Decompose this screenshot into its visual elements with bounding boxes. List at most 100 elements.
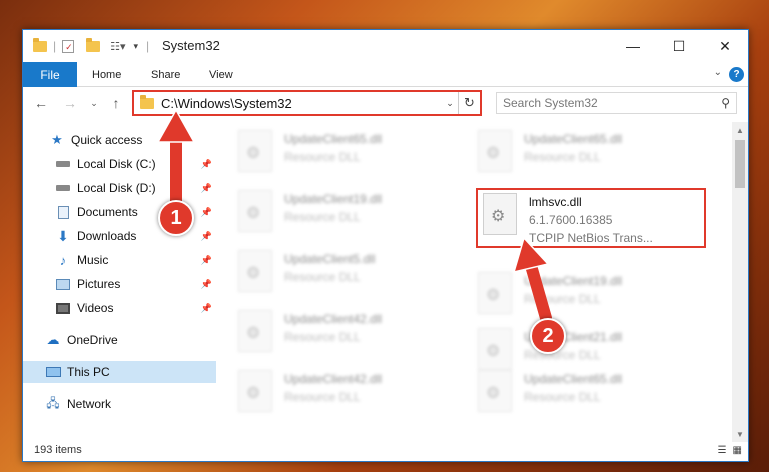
file-type: Resource DLL xyxy=(524,292,601,306)
sidebar-item-label: Network xyxy=(67,397,112,411)
dll-file-icon xyxy=(238,310,272,352)
tab-share[interactable]: Share xyxy=(151,62,180,87)
file-name: UpdateClient5.dll xyxy=(284,252,376,266)
sidebar-item-network[interactable]: 🖧 Network xyxy=(23,393,216,415)
file-type: Resource DLL xyxy=(524,390,601,404)
music-icon: ♪ xyxy=(59,252,67,268)
dll-file-icon xyxy=(478,272,512,314)
dll-file-icon xyxy=(478,328,512,370)
download-icon: ⬇ xyxy=(57,227,69,244)
explorer-window: | ✓ ☷▾ ▾ | System32 — ☐ ✕ File Home Shar… xyxy=(22,29,749,462)
dll-file-icon xyxy=(238,130,272,172)
sidebar-item-label: Quick access xyxy=(71,133,143,147)
sidebar-item-this-pc[interactable]: This PC xyxy=(23,361,216,383)
list-item[interactable]: UpdateClient19.dll Resource DLL xyxy=(238,190,463,240)
pin-icon[interactable]: 📌 xyxy=(201,183,212,194)
documents-icon xyxy=(55,205,71,219)
file-version: 6.1.7600.16385 xyxy=(529,213,613,227)
folder-icon[interactable] xyxy=(33,37,47,52)
file-name: UpdateClient65.dll xyxy=(524,372,623,386)
close-button[interactable]: ✕ xyxy=(702,30,748,62)
file-name: UpdateClient19.dll xyxy=(524,274,623,288)
up-arrow-icon[interactable]: ↑ xyxy=(107,93,125,113)
help-icon[interactable]: ? xyxy=(729,67,744,82)
dropdown-icon[interactable]: ▾ xyxy=(134,41,139,52)
sidebar-item-onedrive[interactable]: ☁ OneDrive xyxy=(23,329,216,351)
vertical-scrollbar[interactable]: ▲ ▼ xyxy=(732,122,748,442)
pin-icon[interactable]: 📌 xyxy=(201,303,212,314)
sidebar-item-local-disk-d[interactable]: Local Disk (D:) 📌 xyxy=(23,177,216,199)
minimize-button[interactable]: — xyxy=(610,30,656,62)
navigation-pane: ★ Quick access Local Disk (C:) 📌 Local D… xyxy=(23,122,216,442)
list-item[interactable]: UpdateClient65.dll Resource DLL xyxy=(478,130,703,180)
pin-icon[interactable]: 📌 xyxy=(201,255,212,266)
highlighted-file-lmhsvc[interactable]: lmhsvc.dll 6.1.7600.16385 TCPIP NetBios … xyxy=(476,188,706,248)
sidebar-item-label: Downloads xyxy=(77,229,137,243)
sidebar-item-label: Pictures xyxy=(77,277,121,291)
scrollbar-thumb[interactable] xyxy=(735,140,745,188)
pin-icon[interactable]: 📌 xyxy=(201,231,212,242)
sidebar-item-music[interactable]: ♪ Music 📌 xyxy=(23,249,216,271)
file-name: UpdateClient42.dll xyxy=(284,312,383,326)
file-name: UpdateClient65.dll xyxy=(284,132,383,146)
new-folder-icon[interactable] xyxy=(86,37,101,52)
pictures-icon xyxy=(55,277,71,291)
dll-file-icon xyxy=(238,370,272,412)
sidebar-item-label: This PC xyxy=(67,365,110,379)
details-view-icon[interactable]: ☰ xyxy=(718,445,727,456)
star-icon: ★ xyxy=(51,132,63,147)
collapse-ribbon-icon[interactable]: ⌄ xyxy=(714,67,722,78)
tab-file[interactable]: File xyxy=(23,62,77,87)
list-item[interactable]: UpdateClient42.dll Resource DLL xyxy=(238,370,463,420)
view-toggle: ☰ ▦ xyxy=(718,445,742,456)
title-bar: | ✓ ☷▾ ▾ | System32 — ☐ ✕ xyxy=(23,30,748,62)
file-type: Resource DLL xyxy=(284,330,361,344)
forward-arrow-icon[interactable]: → xyxy=(61,93,79,113)
back-arrow-icon[interactable]: ← xyxy=(32,93,50,113)
pin-icon[interactable]: 📌 xyxy=(201,159,212,170)
pin-icon[interactable]: 📌 xyxy=(201,279,212,290)
cloud-icon: ☁ xyxy=(46,332,60,347)
sidebar-item-label: Videos xyxy=(77,301,114,315)
sidebar-item-local-disk-c[interactable]: Local Disk (C:) 📌 xyxy=(23,153,216,175)
tab-view[interactable]: View xyxy=(209,62,233,87)
address-dropdown-icon[interactable]: ⌄ xyxy=(442,98,458,109)
drive-icon xyxy=(55,181,71,195)
drive-icon xyxy=(55,157,71,171)
pin-icon[interactable]: 📌 xyxy=(201,207,212,218)
file-type: Resource DLL xyxy=(284,390,361,404)
search-icon[interactable]: ⚲ xyxy=(721,96,730,110)
list-item[interactable]: UpdateClient19.dll Resource DLL xyxy=(478,272,703,322)
sidebar-item-quick-access[interactable]: ★ Quick access xyxy=(23,129,216,151)
search-input[interactable]: Search System32 ⚲ xyxy=(496,92,737,114)
separator: | xyxy=(146,39,150,53)
refresh-icon[interactable]: ↻ xyxy=(458,92,480,114)
properties-icon[interactable]: ✓ xyxy=(62,39,75,53)
file-description: TCPIP NetBios Trans... xyxy=(529,231,653,245)
computer-icon xyxy=(45,365,61,379)
file-type: Resource DLL xyxy=(284,150,361,164)
step-marker-1: 1 xyxy=(158,200,194,236)
customize-toolbar-icon[interactable]: ☷▾ xyxy=(110,40,125,53)
step-marker-2: 2 xyxy=(530,318,566,354)
sidebar-item-label: Local Disk (D:) xyxy=(77,181,156,195)
ribbon: File Home Share View ⌄ ? xyxy=(23,62,748,87)
list-item[interactable]: UpdateClient65.dll Resource DLL xyxy=(478,370,703,420)
navigation-bar: ← → ⌄ ↑ C:\Windows\System32 ⌄ ↻ Search S… xyxy=(23,87,748,119)
list-item[interactable]: UpdateClient5.dll Resource DLL xyxy=(238,250,463,300)
sidebar-item-videos[interactable]: Videos 📌 xyxy=(23,297,216,319)
network-icon: 🖧 xyxy=(46,395,60,410)
address-path[interactable]: C:\Windows\System32 xyxy=(161,96,442,111)
list-item[interactable]: UpdateClient42.dll Resource DLL xyxy=(238,310,463,360)
address-bar[interactable]: C:\Windows\System32 ⌄ ↻ xyxy=(132,90,482,116)
maximize-button[interactable]: ☐ xyxy=(656,30,702,62)
status-bar: 193 items ☰ ▦ xyxy=(23,439,748,461)
tiles-view-icon[interactable]: ▦ xyxy=(733,445,742,456)
recent-locations-icon[interactable]: ⌄ xyxy=(85,93,103,113)
sidebar-item-pictures[interactable]: Pictures 📌 xyxy=(23,273,216,295)
window-title: System32 xyxy=(162,38,220,53)
list-item[interactable]: UpdateClient65.dll Resource DLL xyxy=(238,130,463,180)
dll-file-icon xyxy=(238,190,272,232)
tab-home[interactable]: Home xyxy=(92,62,121,87)
scroll-up-icon[interactable]: ▲ xyxy=(732,122,748,138)
